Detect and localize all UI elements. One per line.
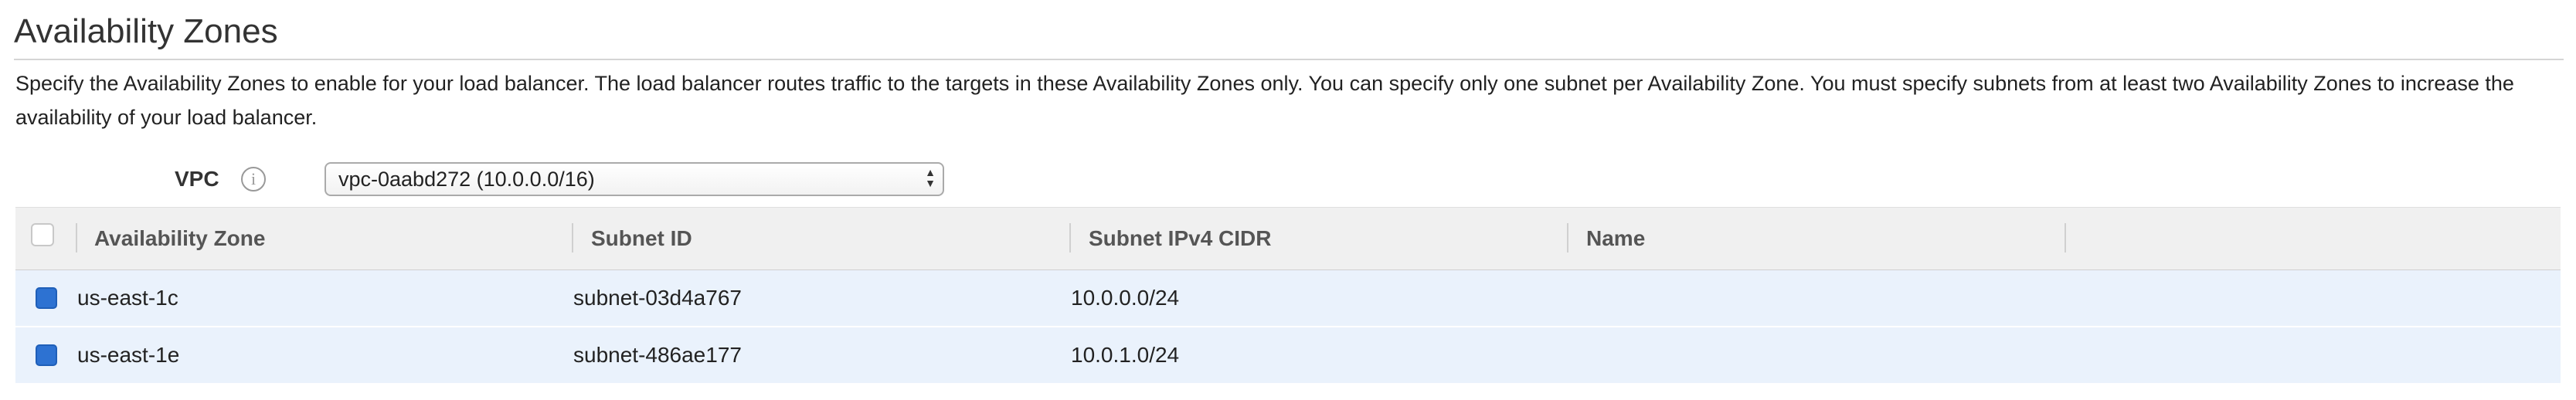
section-description: Specify the Availability Zones to enable… — [15, 72, 2514, 129]
info-icon[interactable]: i — [241, 167, 266, 192]
vpc-select[interactable]: vpc-0aabd272 (10.0.0.0/16) ▲ ▼ — [325, 162, 944, 196]
vpc-label: VPC — [175, 167, 219, 191]
row-checkbox[interactable] — [36, 344, 57, 366]
column-separator — [2065, 223, 2066, 253]
cell-subnet-id: subnet-486ae177 — [573, 343, 742, 367]
availability-zones-table: Availability Zone Subnet ID Subnet IPv4 … — [15, 207, 2561, 385]
vpc-row: VPC i vpc-0aabd272 (10.0.0.0/16) ▲ ▼ — [0, 159, 1004, 199]
column-separator — [572, 223, 573, 253]
section-title: Availability Zones — [14, 12, 278, 50]
section-header: Availability Zones — [14, 11, 2564, 60]
cell-subnet-cidr: 10.0.1.0/24 — [1071, 343, 1180, 367]
select-arrows-icon: ▲ ▼ — [925, 166, 936, 189]
cell-availability-zone: us-east-1c — [77, 286, 178, 310]
column-separator — [1069, 223, 1071, 253]
column-separator — [76, 223, 77, 253]
column-header-availability-zone[interactable]: Availability Zone — [94, 208, 265, 269]
select-all-checkbox[interactable] — [31, 223, 54, 246]
column-header-subnet-cidr[interactable]: Subnet IPv4 CIDR — [1089, 208, 1271, 269]
vpc-select-value: vpc-0aabd272 (10.0.0.0/16) — [338, 168, 595, 191]
cell-subnet-cidr: 10.0.0.0/24 — [1071, 286, 1180, 310]
row-checkbox[interactable] — [36, 287, 57, 309]
table-header: Availability Zone Subnet ID Subnet IPv4 … — [15, 207, 2561, 270]
table-row[interactable]: us-east-1c subnet-03d4a767 10.0.0.0/24 — [15, 270, 2561, 327]
column-separator — [1567, 223, 1568, 253]
cell-subnet-id: subnet-03d4a767 — [573, 286, 742, 310]
cell-availability-zone: us-east-1e — [77, 343, 180, 367]
column-header-subnet-id[interactable]: Subnet ID — [591, 208, 692, 269]
table-row[interactable]: us-east-1e subnet-486ae177 10.0.1.0/24 — [15, 327, 2561, 385]
column-header-name[interactable]: Name — [1586, 208, 1645, 269]
